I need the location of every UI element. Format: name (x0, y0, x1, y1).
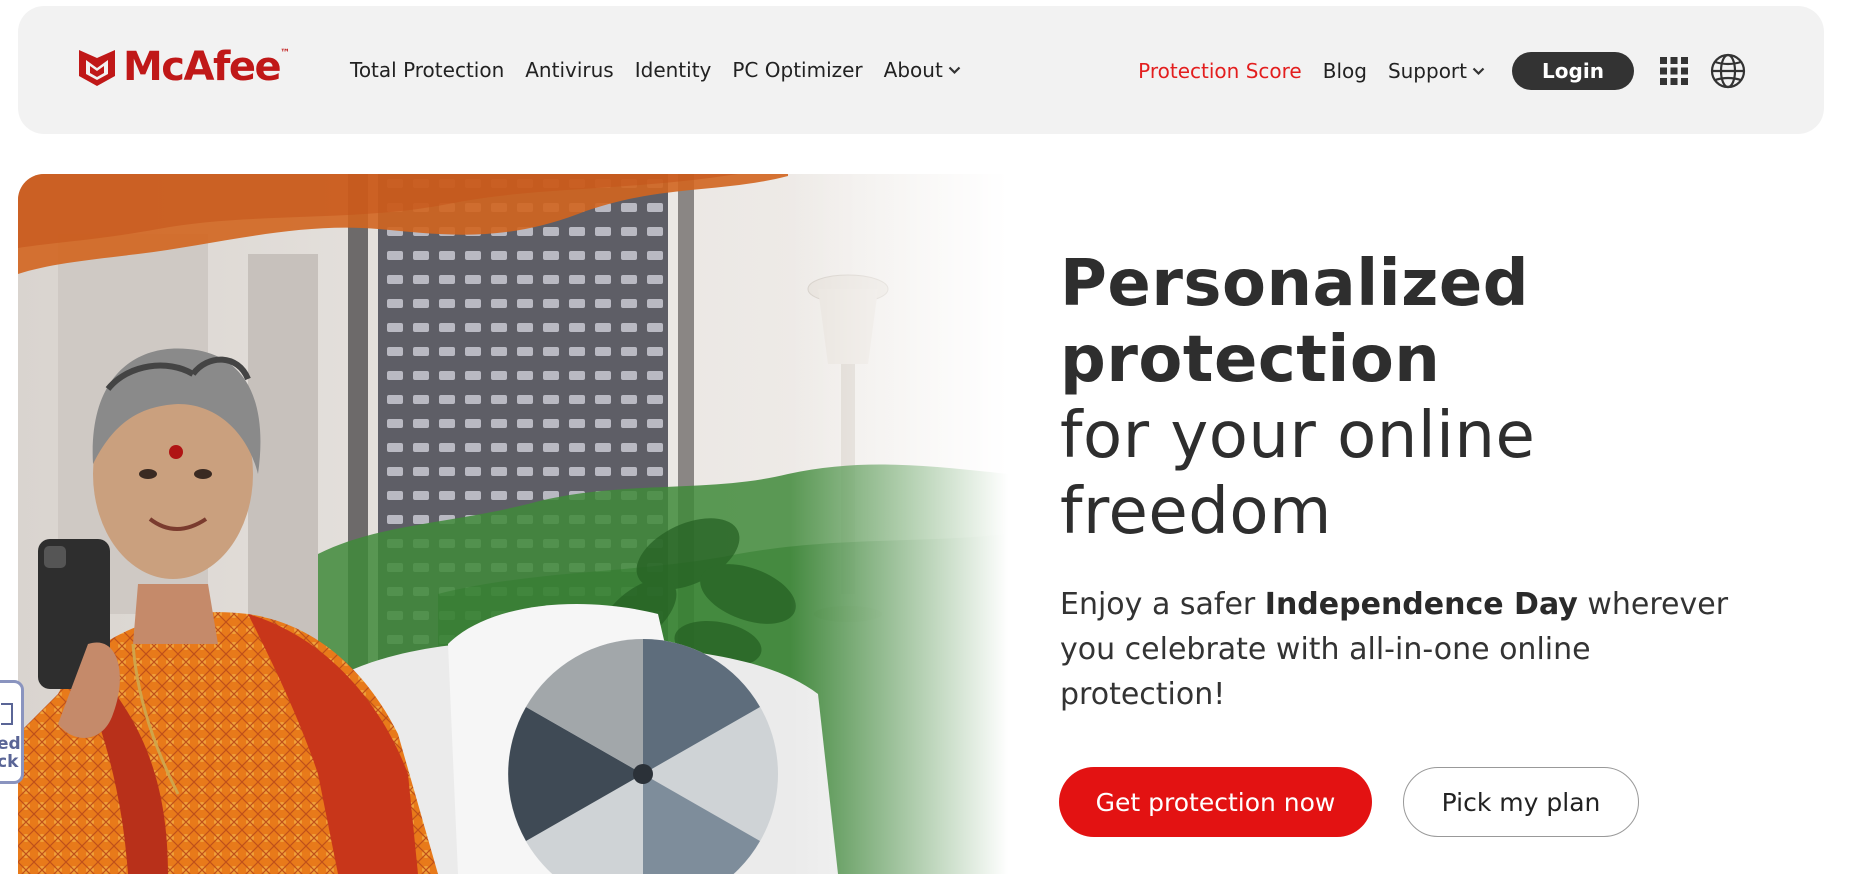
nav-about-label: About (883, 58, 943, 82)
chevron-down-icon (1472, 67, 1485, 75)
hero-image (18, 174, 1008, 874)
hero-illustration (18, 174, 1008, 874)
pick-plan-button[interactable]: Pick my plan (1403, 767, 1639, 837)
apps-grid-button[interactable] (1659, 56, 1689, 86)
nav-support-label: Support (1387, 59, 1467, 83)
nav-protection-score[interactable]: Protection Score (1138, 59, 1302, 83)
feedback-tab-text: edck (0, 734, 21, 772)
headline-line-1: Personalized (1060, 247, 1530, 321)
nav-blog[interactable]: Blog (1323, 59, 1367, 83)
feedback-side-tab[interactable]: edck (0, 680, 24, 784)
subcopy-prefix: Enjoy a safer (1060, 587, 1265, 622)
grid-icon (1660, 57, 1688, 85)
login-button[interactable]: Login (1512, 52, 1634, 90)
chevron-down-icon (948, 66, 961, 74)
nav-about[interactable]: About (884, 58, 961, 82)
nav-total-protection[interactable]: Total Protection (350, 58, 504, 82)
headline-line-4: freedom (1060, 475, 1332, 549)
logo-trademark: ™ (280, 48, 291, 59)
hero-subcopy: Enjoy a safer Independence Day wherever … (1060, 582, 1740, 717)
language-button[interactable] (1710, 53, 1746, 89)
feedback-tab-icon (1, 703, 13, 725)
headline-line-2: protection (1060, 323, 1441, 397)
nav-support[interactable]: Support (1388, 59, 1485, 83)
globe-icon (1710, 53, 1746, 89)
mcafee-logo[interactable]: McAfee ™ (77, 46, 290, 88)
hero-copy: Personalized protection for your online … (1060, 246, 1780, 747)
hero-cta-row: Get protection now Pick my plan (1059, 767, 1639, 837)
nav-antivirus[interactable]: Antivirus (525, 58, 613, 82)
get-protection-button[interactable]: Get protection now (1059, 767, 1372, 837)
secondary-nav: Protection Score Blog Support Login (1138, 52, 1824, 90)
primary-nav: Total Protection Antivirus Identity PC O… (350, 58, 982, 82)
mcafee-shield-icon (79, 50, 115, 86)
headline-line-3: for your online (1060, 399, 1536, 473)
site-header: McAfee ™ Total Protection Antivirus Iden… (18, 6, 1824, 134)
nav-identity[interactable]: Identity (635, 58, 712, 82)
logo-text: McAfee (123, 44, 282, 90)
subcopy-highlight: Independence Day (1264, 587, 1578, 622)
nav-pc-optimizer[interactable]: PC Optimizer (732, 58, 862, 82)
